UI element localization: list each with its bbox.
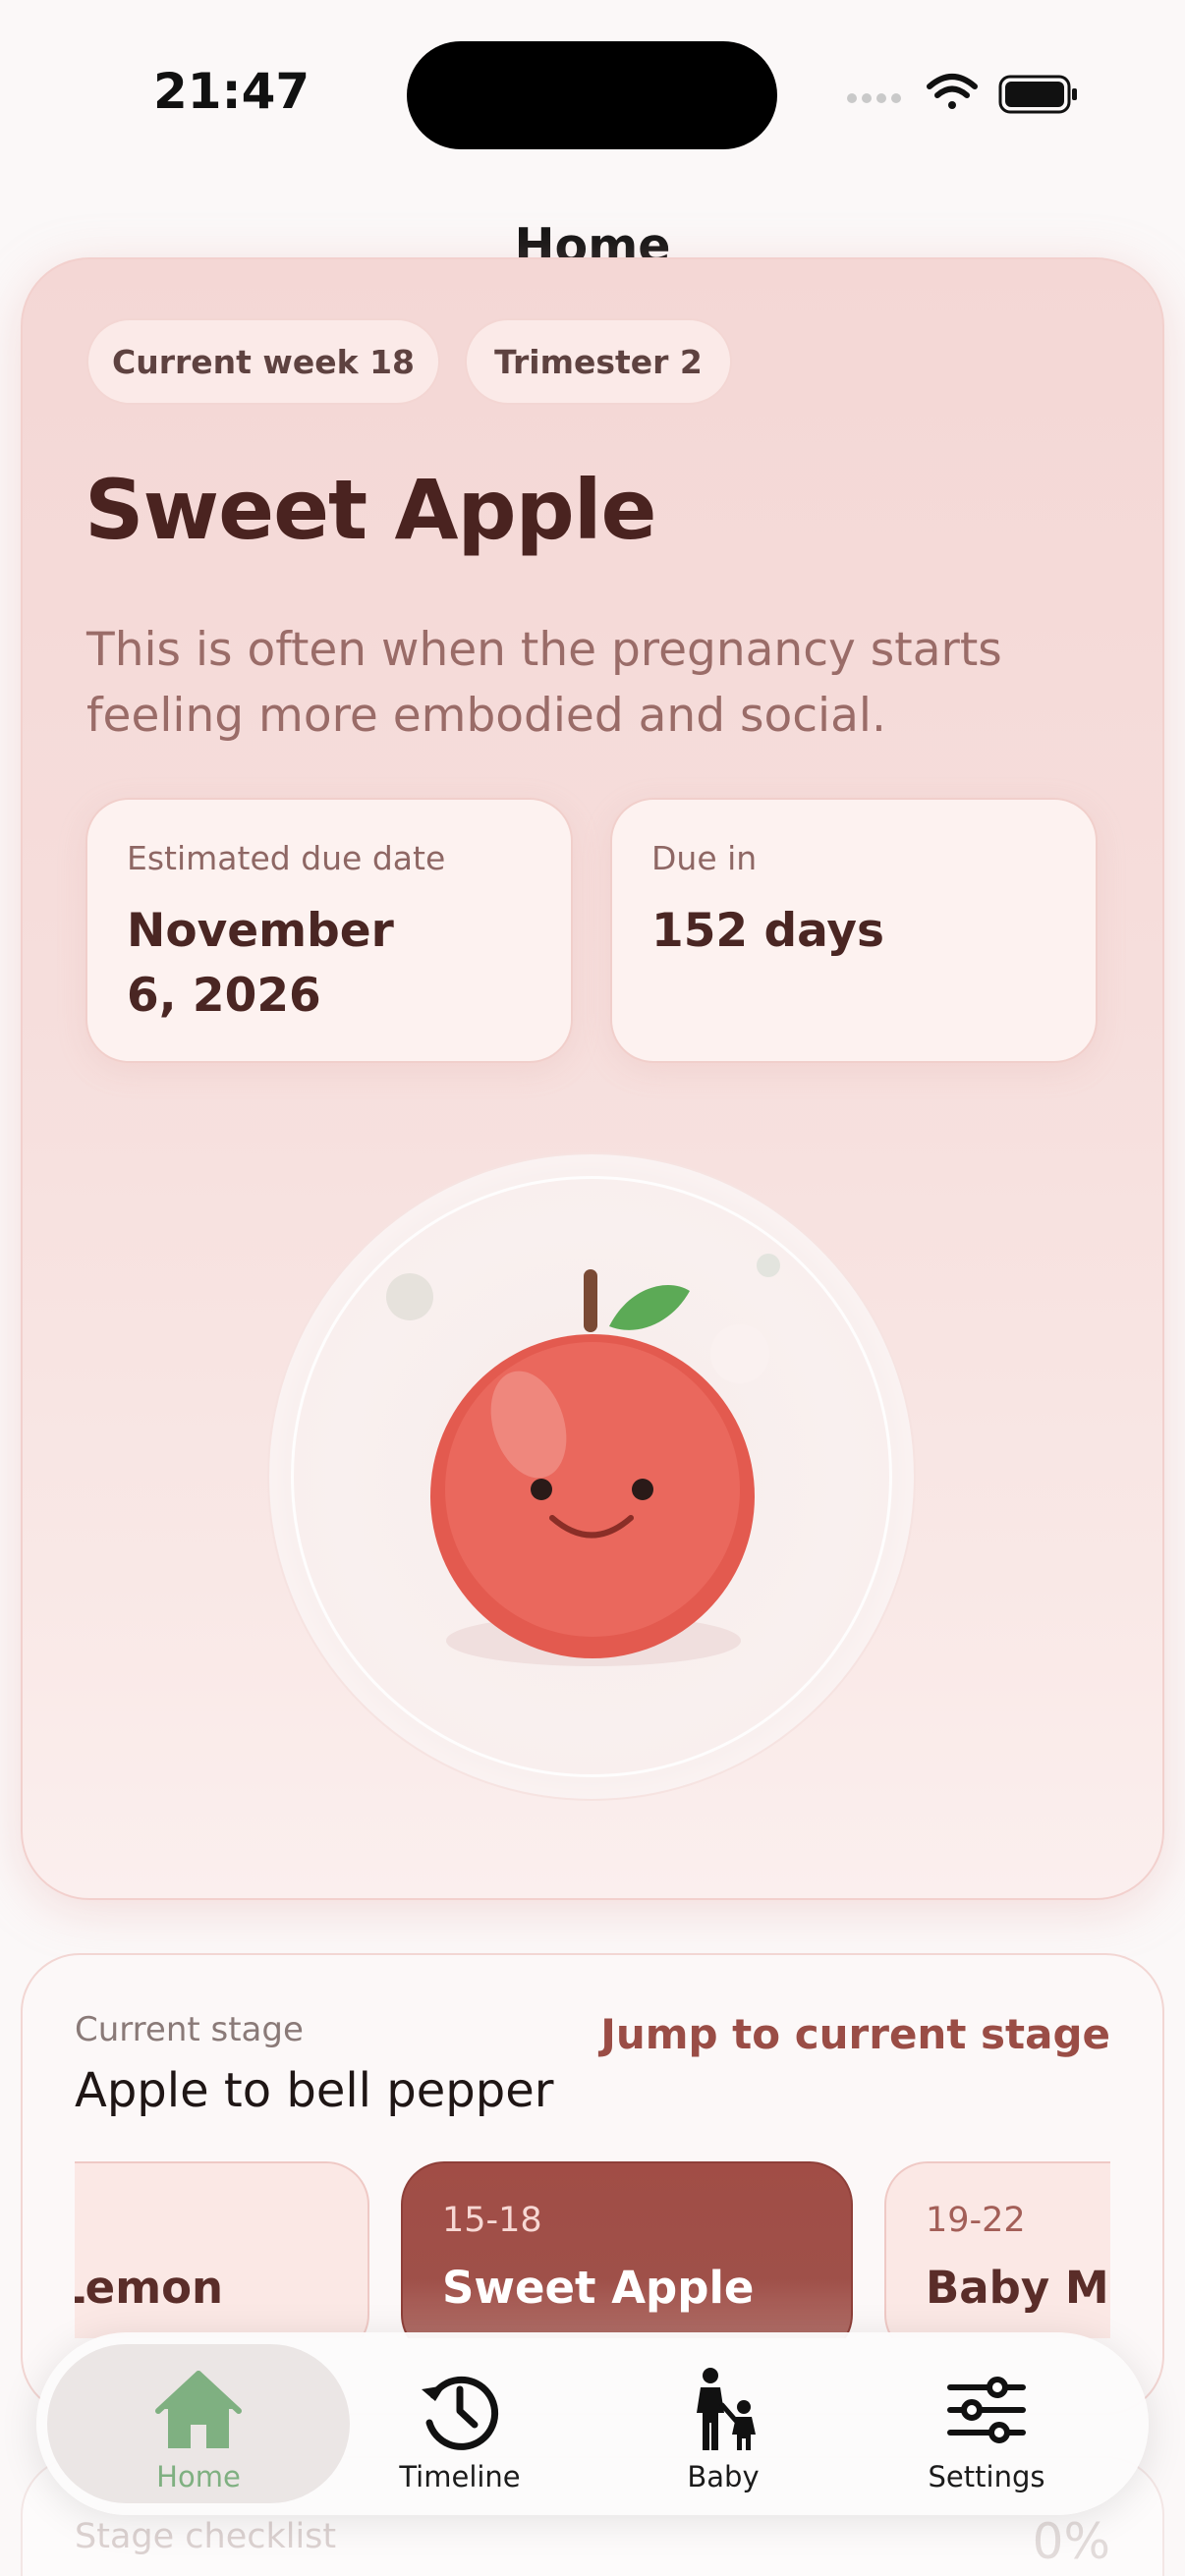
tab-label: Settings	[928, 2460, 1045, 2493]
dynamic-island	[407, 41, 777, 149]
stage-range	[75, 2201, 328, 2244]
stage-item-lemon[interactable]: Lemon	[75, 2161, 369, 2338]
current-week-chip: Current week 18	[86, 318, 440, 405]
parent-child-icon	[697, 2368, 756, 2450]
tab-settings[interactable]: Settings	[908, 2344, 1065, 2503]
stage-checklist-label: Stage checklist	[75, 2517, 337, 2556]
sliders-icon	[947, 2377, 1026, 2443]
due-date-label: Estimated due date	[127, 839, 446, 877]
stage-description: This is often when the pregnancy starts …	[86, 623, 1002, 743]
status-time: 21:47	[153, 63, 310, 120]
tab-label: Baby	[687, 2460, 760, 2493]
battery-icon	[998, 75, 1077, 114]
stage-range: 15-18	[442, 2201, 542, 2240]
tab-home[interactable]: Home	[47, 2344, 350, 2503]
tab-baby[interactable]: Baby	[645, 2344, 802, 2503]
stage-name: Sweet Apple	[442, 2262, 755, 2314]
due-date-line-2: 6, 2026	[127, 969, 321, 1023]
stage-name: Lemon	[75, 2262, 224, 2314]
stage-range: 19-22	[926, 2201, 1026, 2240]
wifi-icon	[927, 74, 978, 109]
due-date-value: November 6, 2026	[127, 899, 532, 1029]
due-date-line-1: November	[127, 904, 394, 958]
tab-label: Home	[156, 2460, 241, 2493]
stage-item-baby-mango[interactable]: 19-22 Baby Mango	[884, 2161, 1110, 2338]
cellular-icon	[847, 93, 901, 103]
stage-checklist-percent: 0%	[1032, 2513, 1110, 2570]
history-clock-icon	[422, 2376, 499, 2450]
current-stage-value: Apple to bell pepper	[75, 2063, 554, 2118]
due-date-card: Estimated due date November 6, 2026	[85, 798, 573, 1063]
due-in-card: Due in 152 days	[610, 798, 1098, 1063]
stage-name: Baby Mango	[926, 2262, 1110, 2314]
jump-to-current-stage-link[interactable]: Jump to current stage	[600, 2010, 1110, 2058]
tab-timeline[interactable]: Timeline	[381, 2344, 538, 2503]
app-root: 21:47 Home Current week 18 Trimester 2 S…	[0, 0, 1185, 2576]
due-in-label: Due in	[651, 839, 758, 877]
stage-item-sweet-apple[interactable]: 15-18 Sweet Apple	[401, 2161, 853, 2338]
home-icon	[155, 2371, 242, 2448]
smiling-apple-icon	[386, 1254, 780, 1666]
tab-label: Timeline	[399, 2460, 521, 2493]
current-stage-label: Current stage	[75, 2010, 304, 2049]
trimester-chip: Trimester 2	[465, 318, 732, 405]
status-icons	[847, 74, 1077, 114]
stage-title: Sweet Apple	[85, 462, 656, 558]
stage-carousel[interactable]: Lemon 15-18 Sweet Apple 19-22 Baby Mango	[75, 2161, 1110, 2338]
due-in-value: 152 days	[651, 904, 884, 958]
